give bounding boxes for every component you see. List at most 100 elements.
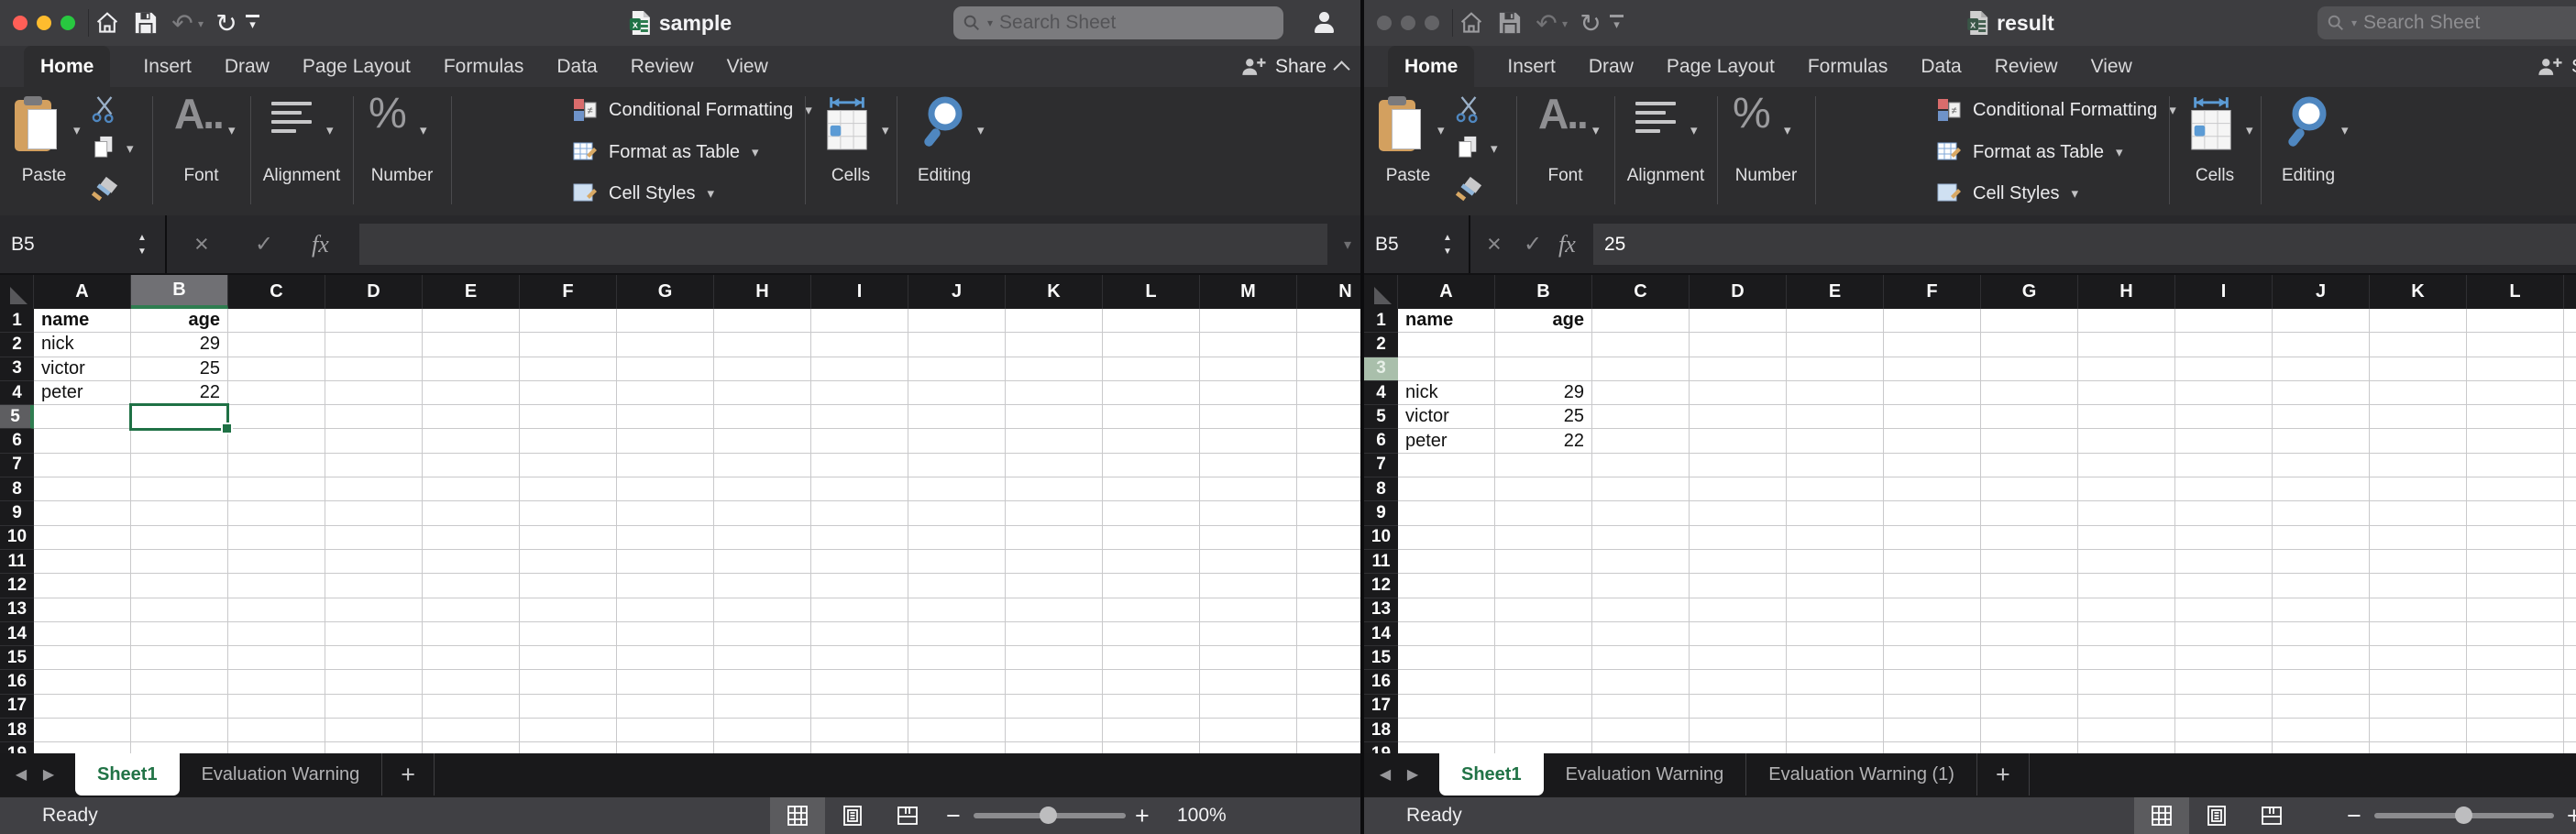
format-painter-icon[interactable] (1454, 175, 1483, 204)
fullscreen-window-button[interactable] (1425, 16, 1439, 30)
zoom-in-button[interactable]: + (1135, 797, 1150, 834)
cell[interactable] (1297, 309, 1360, 333)
cell[interactable] (2370, 454, 2467, 477)
cell[interactable] (1200, 333, 1297, 357)
cell[interactable] (1787, 742, 1884, 753)
cell[interactable] (1787, 309, 1884, 333)
cell[interactable] (325, 598, 423, 622)
cell[interactable] (1981, 526, 2078, 550)
column-header[interactable]: F (1884, 275, 1981, 309)
cell[interactable] (1103, 598, 1200, 622)
cell[interactable] (2078, 670, 2175, 694)
cell[interactable] (714, 670, 811, 694)
cell[interactable] (1495, 454, 1592, 477)
cell[interactable] (423, 695, 520, 719)
cell[interactable] (1787, 622, 1884, 646)
cell[interactable] (34, 429, 131, 453)
cell[interactable] (325, 719, 423, 742)
cell[interactable] (1103, 550, 1200, 574)
cell[interactable] (2175, 477, 2273, 501)
cancel-entry-icon[interactable]: × (194, 215, 209, 273)
cell[interactable] (1103, 574, 1200, 598)
cell[interactable] (2273, 719, 2370, 742)
cell[interactable] (1398, 550, 1495, 574)
cell[interactable] (1103, 381, 1200, 405)
cell[interactable] (1884, 646, 1981, 670)
tab-draw[interactable]: Draw (225, 46, 270, 87)
cell[interactable] (908, 477, 1006, 501)
number-menu-caret-icon[interactable]: ▾ (420, 122, 427, 138)
format-as-table-button[interactable]: Format as Table ▾ (1937, 138, 2123, 166)
cell[interactable] (1103, 454, 1200, 477)
row-header[interactable]: 6 (1364, 429, 1398, 453)
cell[interactable] (2467, 477, 2564, 501)
row-header[interactable]: 1 (0, 309, 34, 333)
cell-styles-button[interactable]: Cell Styles ▾ (573, 180, 714, 207)
cell[interactable] (34, 742, 131, 753)
cell[interactable] (2175, 695, 2273, 719)
cell[interactable] (811, 454, 908, 477)
cell[interactable] (811, 598, 908, 622)
cell[interactable] (2467, 501, 2564, 525)
cell[interactable] (1200, 646, 1297, 670)
cell[interactable] (325, 574, 423, 598)
cell[interactable] (714, 598, 811, 622)
cell[interactable] (520, 719, 617, 742)
cell[interactable] (2370, 526, 2467, 550)
cell[interactable] (2175, 742, 2273, 753)
cell[interactable] (2467, 598, 2564, 622)
column-header[interactable]: D (1690, 275, 1787, 309)
cell[interactable] (2175, 550, 2273, 574)
cell[interactable] (617, 598, 714, 622)
cell[interactable] (2273, 622, 2370, 646)
cell[interactable] (34, 719, 131, 742)
cell[interactable]: 29 (131, 333, 228, 357)
cell[interactable] (325, 309, 423, 333)
cell[interactable] (1006, 381, 1103, 405)
cell[interactable] (811, 550, 908, 574)
cell[interactable] (714, 742, 811, 753)
row-header[interactable]: 4 (1364, 381, 1398, 405)
cell[interactable] (2564, 622, 2576, 646)
column-header[interactable]: A (1398, 275, 1495, 309)
cell[interactable] (1103, 719, 1200, 742)
cell[interactable] (2175, 333, 2273, 357)
cell[interactable] (617, 646, 714, 670)
cell[interactable] (34, 405, 131, 429)
cell[interactable] (325, 622, 423, 646)
cell[interactable] (1981, 405, 2078, 429)
cell[interactable] (908, 598, 1006, 622)
row-header[interactable]: 14 (1364, 622, 1398, 646)
cell[interactable] (1297, 598, 1360, 622)
cell[interactable] (2467, 742, 2564, 753)
cell[interactable] (1006, 309, 1103, 333)
copy-menu-caret-icon[interactable]: ▾ (127, 140, 134, 157)
cell[interactable] (34, 550, 131, 574)
cell[interactable] (1884, 670, 1981, 694)
cell[interactable] (2273, 309, 2370, 333)
column-header[interactable]: D (325, 275, 423, 309)
undo-menu-caret-icon[interactable]: ▾ (198, 17, 204, 30)
cell[interactable] (228, 405, 325, 429)
cell[interactable] (1398, 695, 1495, 719)
cell[interactable] (1398, 357, 1495, 381)
cell[interactable] (1592, 454, 1690, 477)
cell[interactable]: 25 (1495, 405, 1592, 429)
cell[interactable] (1200, 429, 1297, 453)
cell[interactable] (1981, 550, 2078, 574)
cell[interactable] (1398, 501, 1495, 525)
cell[interactable] (1200, 501, 1297, 525)
cell[interactable] (34, 477, 131, 501)
cell[interactable] (714, 454, 811, 477)
share-button[interactable]: Share (1240, 46, 1348, 87)
cell[interactable] (2273, 574, 2370, 598)
cell[interactable] (1981, 333, 2078, 357)
cell[interactable] (1495, 670, 1592, 694)
cell[interactable] (2370, 501, 2467, 525)
cell[interactable] (1787, 526, 1884, 550)
cell[interactable] (1200, 405, 1297, 429)
cell[interactable] (1787, 646, 1884, 670)
cell[interactable]: 29 (1495, 381, 1592, 405)
cell[interactable] (1690, 695, 1787, 719)
cell[interactable] (2564, 695, 2576, 719)
